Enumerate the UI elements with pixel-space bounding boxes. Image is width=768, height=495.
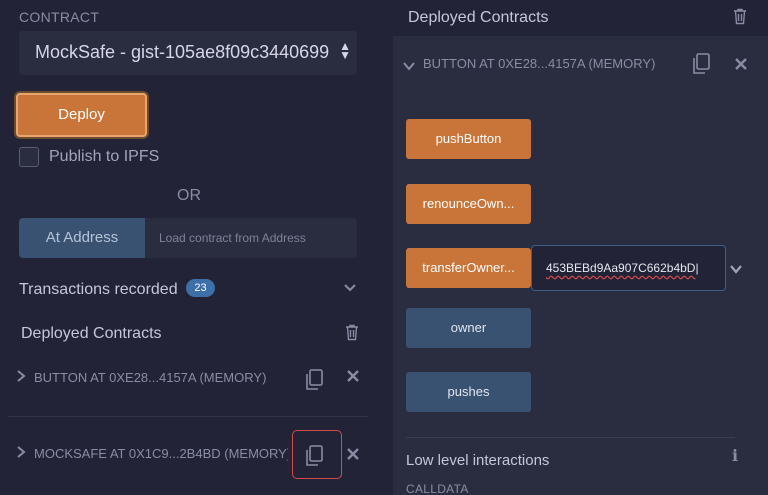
function-button-pushes[interactable]: pushes [406, 372, 531, 412]
trash-icon[interactable] [732, 8, 748, 30]
publish-ipfs-checkbox[interactable] [19, 147, 39, 167]
function-button-transferownership[interactable]: transferOwner... [406, 248, 531, 288]
section-divider [406, 437, 735, 438]
close-icon[interactable] [734, 57, 748, 75]
or-separator: OR [177, 187, 201, 204]
deployed-instance-button[interactable]: BUTTON AT 0XE28...4157A (MEMORY) [8, 353, 368, 409]
info-icon[interactable]: i [732, 446, 738, 465]
caret-right-icon[interactable] [16, 369, 26, 386]
instance-title: MOCKSAFE AT 0X1C9...2B4BD (MEMORY) [34, 446, 288, 461]
close-icon[interactable] [346, 447, 360, 465]
transactions-chevron-icon[interactable] [343, 280, 357, 299]
contract-label: CONTRACT [19, 9, 100, 25]
instance-title: BUTTON AT 0XE28...4157A (MEMORY) [423, 56, 656, 71]
deployed-contracts-label: Deployed Contracts [21, 325, 162, 342]
caret-down-icon[interactable] [402, 58, 416, 76]
transactions-count-badge: 23 [186, 279, 215, 297]
low-level-interactions-label: Low level interactions [406, 452, 550, 469]
trash-icon[interactable] [344, 324, 360, 346]
select-arrows-icon: ▲ ▼ [339, 39, 351, 62]
deployed-contracts-panel: Deployed Contracts BUTTON AT 0XE28...415… [393, 0, 768, 495]
panel-title: Deployed Contracts [408, 9, 549, 26]
instance-divider [8, 416, 368, 417]
copy-icon[interactable] [304, 369, 326, 391]
calldata-label: CALLDATA [406, 482, 469, 495]
instance-title: BUTTON AT 0XE28...4157A (MEMORY) [34, 370, 267, 385]
panel-gap [378, 0, 393, 495]
function-button-renounceownership[interactable]: renounceOwn... [406, 184, 531, 224]
close-icon[interactable] [346, 369, 360, 387]
expanded-instance-header[interactable]: BUTTON AT 0XE28...4157A (MEMORY) [393, 40, 768, 88]
contract-select-value: MockSafe - gist-105ae8f09c3440699 [35, 42, 330, 62]
copy-highlight-box [292, 430, 342, 479]
copy-icon[interactable] [691, 53, 713, 75]
at-address-button[interactable]: At Address [19, 218, 145, 258]
transfer-input-value: 453BEBd9Aa907C662b4bD [546, 261, 696, 275]
deploy-button[interactable]: Deploy [16, 93, 147, 137]
transactions-recorded-label[interactable]: Transactions recorded [19, 281, 178, 299]
contract-select[interactable]: MockSafe - gist-105ae8f09c3440699 ▲ ▼ [19, 31, 357, 75]
publish-ipfs-label: Publish to IPFS [49, 148, 160, 165]
function-button-owner[interactable]: owner [406, 308, 531, 348]
at-address-input[interactable]: Load contract from Address [145, 218, 357, 258]
function-button-pushbutton[interactable]: pushButton [406, 119, 531, 159]
caret-right-icon[interactable] [16, 445, 26, 462]
transfer-ownership-input[interactable]: 453BEBd9Aa907C662b4bD| [531, 245, 726, 291]
expand-chevron-icon[interactable] [729, 262, 743, 280]
